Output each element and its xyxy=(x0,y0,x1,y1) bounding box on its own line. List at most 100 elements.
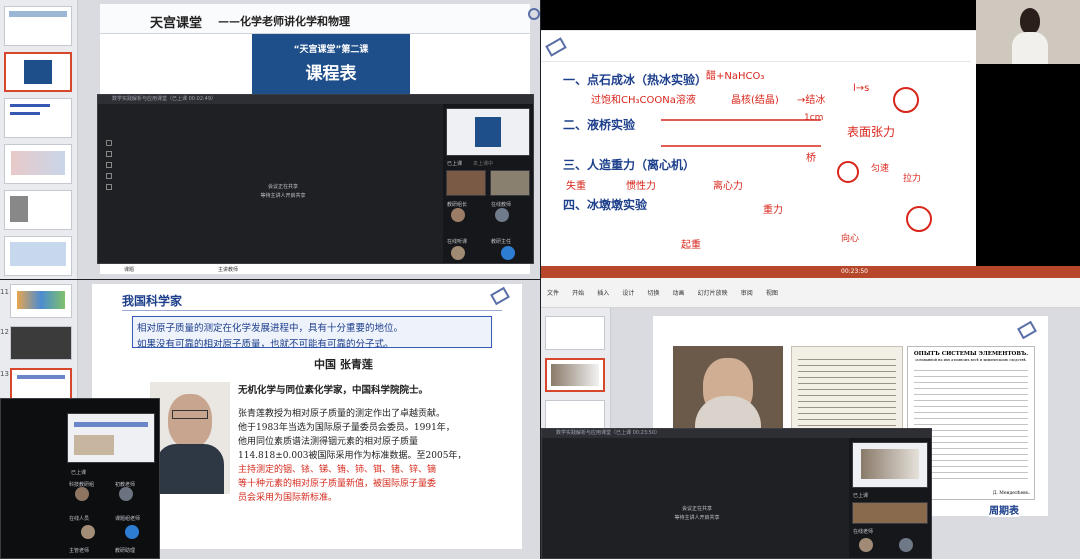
slide-thumbnail-selected[interactable] xyxy=(4,52,72,92)
share-line1: 会议正在共享 xyxy=(267,184,298,190)
webcam-tile xyxy=(976,0,1080,64)
top-right-panel: 一、点石成冰（热冰实验） 二、液桥实验 三、人造重力（离心机） 四、冰墩墩实验 … xyxy=(541,0,1080,279)
meeting-title: 数学实践解析与应用课堂（已上课 00:23:50） xyxy=(542,429,931,438)
slide-thumbnail[interactable] xyxy=(4,236,72,276)
share-placeholder: 会议正在共享 等待主讲人开启共享 xyxy=(238,183,328,199)
meeting-window[interactable]: 数学实践解析与应用课堂（已上课 00:23:50） 会议正在共享 等待主讲人开启… xyxy=(541,428,932,559)
bio-line-highlight: 员会采用为国际新标准。 xyxy=(238,493,338,503)
ppt-titlebar: 00:23:50 xyxy=(541,266,1080,278)
course-banner: “天宫课堂”第二课 课程表 xyxy=(252,34,410,96)
whiteboard[interactable]: 一、点石成冰（热冰实验） 二、液桥实验 三、人造重力（离心机） 四、冰墩墩实验 … xyxy=(541,30,976,279)
ink-circle xyxy=(906,206,932,232)
scientist-name: 中国 张青莲 xyxy=(314,358,373,371)
avatar xyxy=(451,246,465,260)
webcam-frame xyxy=(976,64,1080,279)
bio-line: 他于1983年当选为国际原子量委员会委员。1991年， xyxy=(238,423,455,433)
ink-note: 晶核(结晶) xyxy=(731,95,779,106)
top-left-panel: 天宫课堂 ——化学老师讲化学和物理 “天宫课堂”第二课 课程表 课题 主讲教师 … xyxy=(0,0,540,279)
pencil-icon[interactable] xyxy=(1017,320,1037,340)
pencil-icon[interactable] xyxy=(528,8,540,20)
intro-line: 无机化学与同位素化学家，中国科学院院士。 xyxy=(238,385,429,396)
experiment-item: 四、冰墩墩实验 xyxy=(563,198,648,212)
ribbon-tab[interactable]: 切换 xyxy=(647,288,659,297)
participant-name: 主管老师 xyxy=(69,548,90,554)
slide-thumbnail-selected[interactable] xyxy=(10,368,72,402)
label-right: 主讲教师 xyxy=(218,267,239,273)
avatar xyxy=(501,246,515,260)
share-line1: 会议正在共享 xyxy=(681,506,712,512)
ribbon-tabs: 文件 开始 插入 设计 切换 动画 幻灯片放映 审阅 视图 xyxy=(541,278,1080,301)
bio-line-highlight: 等十种元素的相对原子质量新值，被国际原子量委 xyxy=(238,479,437,489)
ink-note: 桥 xyxy=(806,153,816,164)
avatar xyxy=(81,525,95,539)
ink-note: 惯性力 xyxy=(626,181,656,192)
top-strip xyxy=(541,0,976,30)
highlight-icon[interactable] xyxy=(106,184,112,190)
presenter-body xyxy=(1012,32,1048,64)
participant-window[interactable]: 已上课 科技教研组 初教老师 在线人员 课题组老师 主管老师 教研助理 xyxy=(0,398,160,559)
slide-thumbnail-sidebar[interactable] xyxy=(0,0,78,279)
ribbon-tab[interactable]: 插入 xyxy=(597,288,609,297)
table-subtitle: основанной на ихъ атомномъ весѣ и химиче… xyxy=(915,358,1027,362)
ribbon-tab[interactable]: 设计 xyxy=(622,288,634,297)
share-line2: 等待主讲人开启共享 xyxy=(674,515,720,521)
pen-icon[interactable] xyxy=(106,140,112,146)
presenter-head xyxy=(1020,8,1040,34)
ribbon-tab[interactable]: 动画 xyxy=(673,288,685,297)
slide-thumbnail[interactable] xyxy=(4,190,72,230)
slide-number: 13 xyxy=(0,370,9,378)
share-placeholder: 会议正在共享 等待主讲人开启共享 xyxy=(652,505,742,521)
status-text: 已上课 xyxy=(71,470,87,476)
ink-note: l→s xyxy=(853,83,870,94)
bio-line: 114.818±0.003被国际采用作为标准数据。至2005年， xyxy=(238,451,467,461)
slide-number: 11 xyxy=(0,288,9,296)
meeting-window[interactable]: 数学实践解析与应用课堂（已上课 00:02:49） 会议正在共享 等待主讲人开启… xyxy=(97,94,534,264)
ribbon-tab[interactable]: 开始 xyxy=(572,288,584,297)
table-title: ОПЫТЪ СИСТЕМЫ ЭЛЕМЕНТОВЪ. xyxy=(913,351,1029,357)
ink-note: 1cm xyxy=(804,113,824,123)
text-icon[interactable] xyxy=(106,162,112,168)
ribbon-tab[interactable]: 幻灯片放映 xyxy=(698,288,728,297)
status-sub: 本上课中 xyxy=(473,161,494,167)
ribbon-tab[interactable]: 文件 xyxy=(547,288,559,297)
ink-note: 重力 xyxy=(763,205,783,216)
slide-thumbnail[interactable] xyxy=(4,144,72,184)
box-line1: 相对原子质量的测定在化学发展进程中，具有十分重要的地位。 xyxy=(137,323,404,334)
ribbon-tab[interactable]: 视图 xyxy=(766,288,778,297)
slide-thumbnail[interactable] xyxy=(545,316,605,350)
experiment-item: 三、人造重力（离心机） xyxy=(563,158,696,172)
video-tile[interactable] xyxy=(852,502,928,524)
slide-thumbnail[interactable] xyxy=(4,6,72,46)
highlight-box: 相对原子质量的测定在化学发展进程中，具有十分重要的地位。 如果没有可靠的相对原子… xyxy=(132,316,492,350)
arrow-icon[interactable] xyxy=(106,151,112,157)
ink-note: 失重 xyxy=(566,181,586,192)
signature: Д. Менделѣевъ. xyxy=(992,491,1030,496)
participant-name: 在线人员 xyxy=(69,516,90,522)
avatar xyxy=(119,487,133,501)
ribbon-tab[interactable]: 审阅 xyxy=(741,288,753,297)
ink-note: 向心 xyxy=(841,234,860,244)
participant-name: 科技教研组 xyxy=(69,482,95,488)
video-tile[interactable] xyxy=(490,170,530,196)
header-title: 天宫课堂 xyxy=(150,16,203,31)
slide-thumbnail[interactable] xyxy=(4,98,72,138)
status-text: 已上课 xyxy=(853,493,869,499)
eraser-icon[interactable] xyxy=(106,173,112,179)
avatar xyxy=(75,487,89,501)
slide-thumbnail[interactable] xyxy=(10,326,72,360)
ink-note: 离心力 xyxy=(713,181,743,192)
label-left: 课题 xyxy=(124,267,135,273)
meeting-toolbar xyxy=(104,135,114,245)
video-tile[interactable] xyxy=(446,170,486,196)
pencil-icon[interactable] xyxy=(490,286,510,306)
experiment-item: 二、液桥实验 xyxy=(563,118,636,132)
slide-thumbnail[interactable] xyxy=(10,284,72,318)
participant-name: 教研组长 xyxy=(447,202,468,208)
pencil-icon[interactable] xyxy=(545,37,567,57)
slide-number: 12 xyxy=(0,328,9,336)
participant-name: 在线教师 xyxy=(491,202,512,208)
slide-thumbnail-selected[interactable] xyxy=(545,358,605,392)
shared-slide-preview xyxy=(852,442,928,488)
meeting-title: 数学实践解析与应用课堂（已上课 00:02:49） xyxy=(98,95,533,104)
participant-name: 教研主任 xyxy=(491,239,512,245)
